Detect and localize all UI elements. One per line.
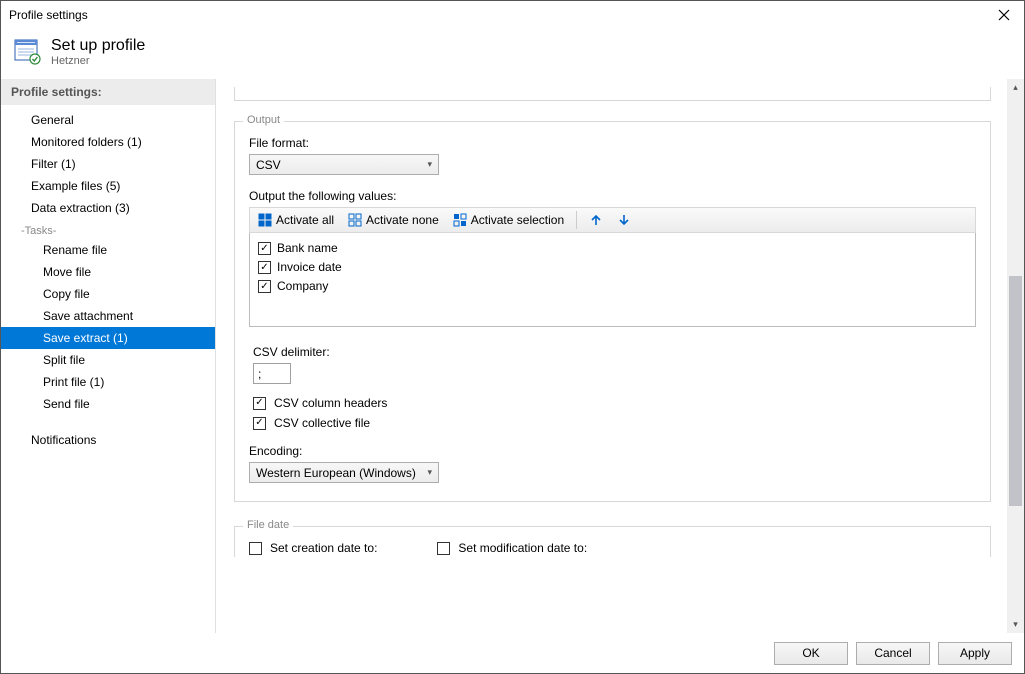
sidebar-item-notifications[interactable]: Notifications: [1, 429, 215, 451]
checkbox-icon[interactable]: [258, 280, 271, 293]
sidebar-task-rename-file[interactable]: Rename file: [1, 239, 215, 261]
activate-all-button[interactable]: Activate all: [254, 211, 338, 229]
csv-collective-label: CSV collective file: [274, 416, 370, 430]
grid-selection-icon: [453, 213, 467, 227]
values-toolbar: Activate all Activate none: [249, 207, 976, 233]
content-pane: Output File format: CSV ▾ Output the fol…: [216, 79, 1007, 633]
csv-delimiter-label: CSV delimiter:: [253, 345, 976, 359]
csv-headers-label: CSV column headers: [274, 396, 387, 410]
toolbar-separator: [576, 211, 577, 229]
set-modification-checkbox[interactable]: [437, 542, 450, 555]
encoding-select[interactable]: Western European (Windows) ▾: [249, 462, 439, 483]
profile-icon: [13, 38, 41, 66]
checkbox-icon[interactable]: [258, 261, 271, 274]
output-fieldset: Output File format: CSV ▾ Output the fol…: [234, 121, 991, 502]
sidebar-task-split-file[interactable]: Split file: [1, 349, 215, 371]
file-date-fieldset: File date Set creation date to: Set modi…: [234, 526, 991, 557]
sidebar-item-general[interactable]: General: [1, 109, 215, 131]
header: Set up profile Hetzner: [1, 29, 1024, 79]
vertical-scrollbar[interactable]: ▴ ▾: [1007, 79, 1024, 633]
ok-button[interactable]: OK: [774, 642, 848, 665]
csv-collective-checkbox[interactable]: [253, 417, 266, 430]
encoding-label: Encoding:: [249, 444, 976, 458]
page-title: Set up profile: [51, 37, 145, 55]
output-values-list[interactable]: Bank name Invoice date Company: [249, 233, 976, 327]
csv-delimiter-input[interactable]: ;: [253, 363, 291, 384]
set-modification-label: Set modification date to:: [458, 541, 587, 555]
output-values-label: Output the following values:: [249, 189, 976, 203]
file-format-value: CSV: [256, 158, 281, 172]
sidebar-task-copy-file[interactable]: Copy file: [1, 283, 215, 305]
sidebar-task-print-file[interactable]: Print file (1): [1, 371, 215, 393]
activate-selection-button[interactable]: Activate selection: [449, 211, 568, 229]
move-down-button[interactable]: [613, 211, 635, 229]
file-date-legend: File date: [243, 519, 293, 531]
csv-headers-checkbox[interactable]: [253, 397, 266, 410]
sidebar-item-monitored-folders[interactable]: Monitored folders (1): [1, 131, 215, 153]
scroll-down-icon[interactable]: ▾: [1007, 616, 1024, 633]
list-item[interactable]: Company: [258, 277, 967, 296]
output-legend: Output: [243, 114, 284, 126]
apply-button[interactable]: Apply: [938, 642, 1012, 665]
sidebar-task-save-attachment[interactable]: Save attachment: [1, 305, 215, 327]
checkbox-icon[interactable]: [258, 242, 271, 255]
move-up-button[interactable]: [585, 211, 607, 229]
sidebar-tasks-label: -Tasks-: [1, 219, 215, 239]
sidebar-item-data-extraction[interactable]: Data extraction (3): [1, 197, 215, 219]
grid-none-icon: [348, 213, 362, 227]
list-item[interactable]: Invoice date: [258, 258, 967, 277]
list-item[interactable]: Bank name: [258, 239, 967, 258]
scroll-up-icon[interactable]: ▴: [1007, 79, 1024, 96]
window-title: Profile settings: [9, 8, 984, 22]
page-subtitle: Hetzner: [51, 55, 145, 67]
sidebar-heading: Profile settings:: [1, 79, 215, 105]
sidebar-item-example-files[interactable]: Example files (5): [1, 175, 215, 197]
set-creation-checkbox[interactable]: [249, 542, 262, 555]
file-format-select[interactable]: CSV ▾: [249, 154, 439, 175]
scroll-thumb[interactable]: [1009, 276, 1022, 506]
scroll-track[interactable]: [1007, 96, 1024, 616]
grid-all-icon: [258, 213, 272, 227]
footer: OK Cancel Apply: [1, 633, 1024, 673]
chevron-down-icon: ▾: [427, 467, 432, 478]
titlebar: Profile settings: [1, 1, 1024, 29]
sidebar-task-send-file[interactable]: Send file: [1, 393, 215, 415]
sidebar-task-move-file[interactable]: Move file: [1, 261, 215, 283]
sidebar-item-filter[interactable]: Filter (1): [1, 153, 215, 175]
close-icon[interactable]: [984, 1, 1024, 29]
activate-none-button[interactable]: Activate none: [344, 211, 443, 229]
sidebar: Profile settings: General Monitored fold…: [1, 79, 216, 633]
sidebar-task-save-extract[interactable]: Save extract (1): [1, 327, 215, 349]
arrow-down-icon: [617, 213, 631, 227]
encoding-value: Western European (Windows): [256, 466, 416, 480]
previous-panel-stub: [234, 87, 991, 101]
cancel-button[interactable]: Cancel: [856, 642, 930, 665]
chevron-down-icon: ▾: [427, 159, 432, 170]
file-format-label: File format:: [249, 136, 976, 150]
set-creation-label: Set creation date to:: [270, 541, 377, 555]
arrow-up-icon: [589, 213, 603, 227]
